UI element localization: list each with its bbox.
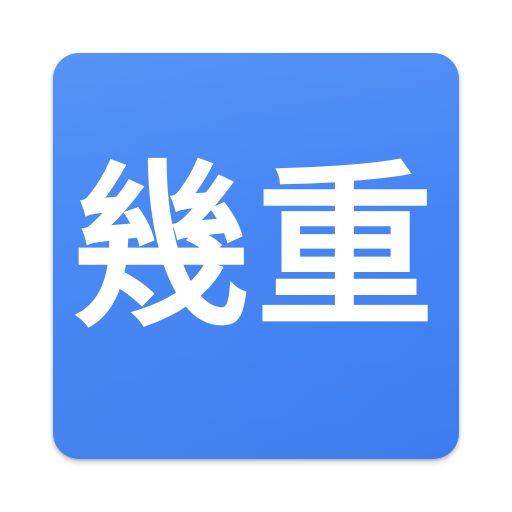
icon-canvas: 幾重 [0, 0, 512, 512]
app-icon-label: 幾重 [72, 145, 440, 352]
app-icon[interactable]: 幾重 [53, 53, 459, 459]
